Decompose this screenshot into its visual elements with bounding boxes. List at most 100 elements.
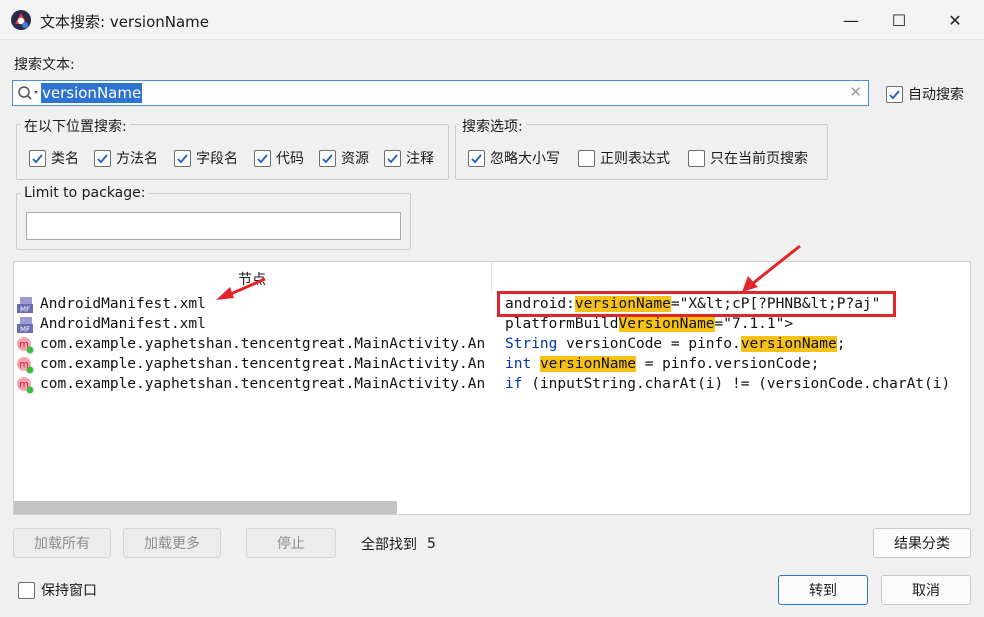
scope-resource-label: 资源 (341, 151, 369, 167)
code-fragment: = pinfo.versionCode; (635, 356, 820, 372)
code-fragment (531, 356, 540, 372)
column-divider[interactable] (491, 262, 492, 292)
result-node: com.example.yaphetshan.tencentgreat.Main… (40, 376, 486, 392)
minimize-button[interactable]: — (828, 0, 874, 40)
check-mark-icon (471, 153, 482, 163)
scope-resource-check[interactable] (319, 149, 336, 167)
close-button[interactable]: ✕ (932, 0, 978, 40)
auto-search-check[interactable] (886, 85, 903, 103)
result-node: com.example.yaphetshan.tencentgreat.Main… (40, 336, 486, 352)
current-page-label: 只在当前页搜索 (710, 151, 808, 167)
current-page-checkbox[interactable]: 只在当前页搜索 (688, 148, 808, 168)
scope-code-label: 代码 (276, 151, 304, 167)
scope-method-label: 方法名 (116, 151, 158, 167)
found-summary: 全部找到 5 (361, 534, 436, 554)
regex-check[interactable] (578, 149, 595, 167)
match-highlight: versionName (740, 336, 837, 352)
keep-window-label: 保持窗口 (41, 583, 97, 599)
scope-class-label: 类名 (51, 151, 79, 167)
clear-icon[interactable]: ✕ (849, 83, 862, 101)
maximize-button[interactable]: ☐ (876, 0, 922, 40)
scope-resource-checkbox[interactable]: 资源 (319, 148, 369, 168)
table-row[interactable]: m com.example.yaphetshan.tencentgreat.Ma… (14, 374, 970, 394)
regex-label: 正则表达式 (600, 151, 670, 167)
scope-comment-label: 注释 (406, 151, 434, 167)
scope-field-checkbox[interactable]: 字段名 (174, 148, 238, 168)
cancel-button[interactable]: 取消 (881, 575, 971, 605)
column-header-node[interactable]: 节点 (238, 269, 266, 289)
result-node: AndroidManifest.xml (40, 316, 206, 332)
stop-button[interactable]: 停止 (246, 528, 336, 558)
method-icon: m (17, 377, 34, 394)
load-all-button[interactable]: 加载所有 (13, 528, 111, 558)
code-fragment: if (505, 376, 523, 392)
search-input[interactable]: versionName (41, 83, 143, 103)
manifest-icon: MF (17, 317, 33, 334)
scope-class-check[interactable] (29, 149, 46, 167)
load-more-button[interactable]: 加载更多 (123, 528, 221, 558)
keep-window-checkbox[interactable]: 保持窗口 (18, 580, 97, 600)
minimize-icon: — (843, 10, 859, 30)
method-icon: m (17, 357, 34, 374)
table-row[interactable]: MF AndroidManifest.xml platformBuildVers… (14, 314, 970, 334)
ignore-case-check[interactable] (468, 149, 485, 167)
scope-code-check[interactable] (254, 149, 271, 167)
keep-window-check[interactable] (18, 581, 35, 599)
result-code: String versionCode = pinfo.versionName; (505, 334, 845, 354)
search-field[interactable]: versionName ✕ (12, 80, 869, 106)
match-highlight: versionName (539, 356, 636, 372)
horizontal-scrollbar[interactable] (14, 501, 397, 514)
package-input[interactable] (26, 212, 401, 240)
table-row[interactable]: m com.example.yaphetshan.tencentgreat.Ma… (14, 354, 970, 374)
code-fragment: (inputString.charAt(i) != (versionCode.c… (522, 376, 951, 392)
auto-search-checkbox[interactable]: 自动搜索 (886, 84, 964, 104)
code-fragment: versionCode = pinfo. (557, 336, 741, 352)
check-mark-icon (97, 153, 108, 163)
code-fragment: ; (836, 336, 846, 352)
search-label: 搜索文本: (14, 57, 75, 73)
found-count: 5 (427, 536, 436, 552)
result-node: com.example.yaphetshan.tencentgreat.Main… (40, 356, 486, 372)
title-bar: 文本搜索: versionName — ☐ ✕ (0, 0, 984, 40)
close-icon: ✕ (948, 10, 962, 30)
found-label: 全部找到 (361, 537, 417, 553)
scope-field-check[interactable] (174, 149, 191, 167)
ignore-case-checkbox[interactable]: 忽略大小写 (468, 148, 560, 168)
result-code: platformBuildVersionName="7.1.1"> (505, 314, 793, 334)
check-mark-icon (32, 153, 43, 163)
current-page-check[interactable] (688, 149, 705, 167)
scope-class-checkbox[interactable]: 类名 (29, 148, 79, 168)
match-highlight: VersionName (618, 316, 715, 332)
code-fragment: String (505, 336, 558, 352)
result-code: if (inputString.charAt(i) != (versionCod… (505, 374, 950, 394)
scope-comment-checkbox[interactable]: 注释 (384, 148, 434, 168)
maximize-icon: ☐ (891, 10, 907, 30)
scope-field-label: 字段名 (196, 151, 238, 167)
scope-code-checkbox[interactable]: 代码 (254, 148, 304, 168)
check-mark-icon (322, 153, 333, 163)
svg-text:MF: MF (20, 306, 30, 314)
check-mark-icon (387, 153, 398, 163)
code-fragment: platformBuild (505, 316, 619, 332)
ignore-case-label: 忽略大小写 (490, 151, 560, 167)
regex-checkbox[interactable]: 正则表达式 (578, 148, 670, 168)
highlight-box (497, 291, 896, 317)
scope-comment-check[interactable] (384, 149, 401, 167)
scope-options: 类名 方法名 字段名 代码 资源 注释 (29, 148, 449, 168)
search-options: 忽略大小写 正则表达式 只在当前页搜索 (468, 148, 828, 168)
options-group-title: 搜索选项: (459, 116, 526, 136)
package-label: Limit to package: (21, 185, 149, 201)
scope-group-title: 在以下位置搜索: (21, 116, 130, 136)
goto-button[interactable]: 转到 (778, 575, 868, 605)
scope-method-check[interactable] (94, 149, 111, 167)
code-fragment: int (505, 356, 532, 372)
group-results-button[interactable]: 结果分类 (873, 528, 971, 558)
app-logo-icon (11, 10, 31, 30)
table-row[interactable]: m com.example.yaphetshan.tencentgreat.Ma… (14, 334, 970, 354)
auto-search-label: 自动搜索 (908, 87, 964, 103)
check-mark-icon (257, 153, 268, 163)
result-node: AndroidManifest.xml (40, 296, 206, 312)
scope-method-checkbox[interactable]: 方法名 (94, 148, 158, 168)
method-icon: m (17, 337, 34, 354)
search-icon (18, 86, 38, 100)
